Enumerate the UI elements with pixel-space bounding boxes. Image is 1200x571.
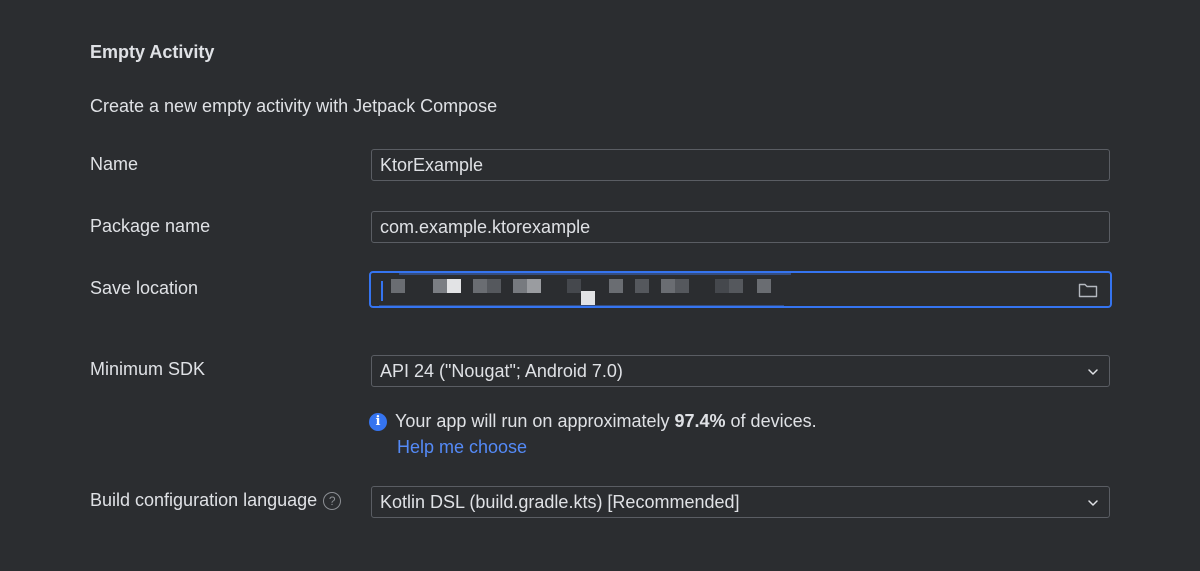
save-location-field[interactable] bbox=[369, 271, 1112, 308]
question-mark-icon[interactable]: ? bbox=[323, 491, 342, 510]
build-language-dropdown[interactable]: Kotlin DSL (build.gradle.kts) [Recommend… bbox=[371, 486, 1110, 518]
name-label: Name bbox=[90, 154, 139, 174]
page-description: Create a new empty activity with Jetpack… bbox=[90, 96, 498, 116]
help-me-choose-link[interactable]: Help me choose bbox=[397, 437, 527, 458]
package-name-label: Package name bbox=[90, 216, 211, 236]
page-title: Empty Activity bbox=[90, 42, 215, 62]
sdk-coverage-info: i Your app will run on approximately 97.… bbox=[369, 411, 817, 432]
build-language-label: Build configuration language bbox=[90, 490, 318, 510]
chevron-down-icon bbox=[1088, 500, 1098, 506]
minimum-sdk-label: Minimum SDK bbox=[90, 359, 206, 379]
folder-icon[interactable] bbox=[1078, 282, 1098, 298]
name-field[interactable]: KtorExample bbox=[371, 149, 1110, 181]
build-language-label-row: Build configuration language ? bbox=[90, 490, 342, 511]
sdk-coverage-suffix: of devices. bbox=[725, 411, 817, 431]
minimum-sdk-selected: API 24 ("Nougat"; Android 7.0) bbox=[380, 360, 623, 381]
minimum-sdk-dropdown[interactable]: API 24 ("Nougat"; Android 7.0) bbox=[371, 355, 1110, 387]
name-field-value: KtorExample bbox=[380, 154, 484, 175]
chevron-down-icon bbox=[1088, 369, 1098, 375]
save-location-redacted-value bbox=[379, 273, 1110, 306]
sdk-coverage-prefix: Your app will run on approximately bbox=[395, 411, 675, 431]
build-language-selected: Kotlin DSL (build.gradle.kts) [Recommend… bbox=[380, 491, 740, 512]
sdk-coverage-percentage: 97.4% bbox=[674, 411, 726, 431]
save-location-label: Save location bbox=[90, 278, 199, 298]
package-name-field-value: com.example.ktorexample bbox=[380, 216, 591, 237]
new-project-dialog: Empty Activity Create a new empty activi… bbox=[0, 0, 1200, 571]
info-icon: i bbox=[369, 412, 387, 431]
package-name-field[interactable]: com.example.ktorexample bbox=[371, 211, 1110, 243]
